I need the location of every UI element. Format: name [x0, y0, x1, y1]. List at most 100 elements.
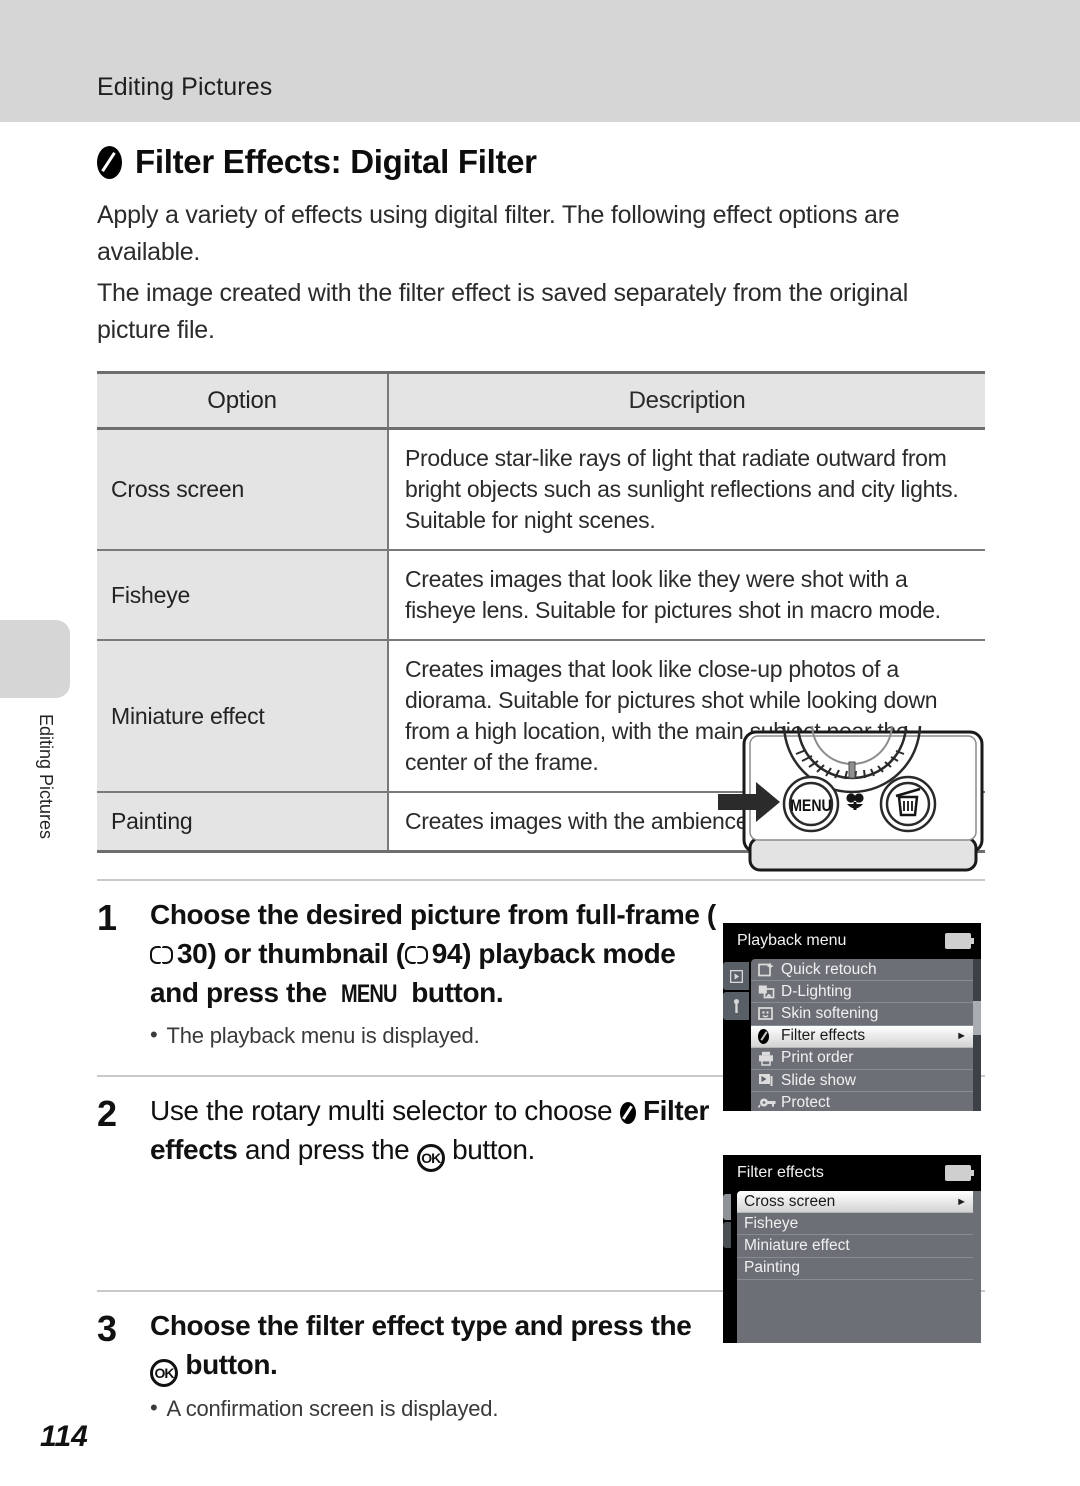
filter-option-cross-screen[interactable]: Cross screen ►: [737, 1191, 973, 1214]
skin-softening-icon: [758, 1006, 775, 1021]
step-text-part: Use the rotary multi selector to choose: [150, 1095, 620, 1126]
camera-back-illustration: MENU: [718, 654, 985, 884]
filter-effects-list: Cross screen ► Fisheye Miniature effect …: [737, 1191, 973, 1343]
step-instruction: Choose the filter effect type and press …: [150, 1306, 720, 1387]
step-text-part: Choose the desired picture from full-fra…: [150, 899, 716, 930]
chapter-side-label: Editing Pictures: [36, 714, 56, 840]
table-cell-option: Miniature effect: [97, 641, 387, 791]
menu-item-filter-effects[interactable]: Filter effects ►: [751, 1025, 973, 1048]
filter-effects-scrollbar[interactable]: [973, 1191, 981, 1343]
step-text-part: button.: [444, 1134, 535, 1165]
step-note: • The playback menu is displayed.: [150, 1023, 720, 1049]
battery-full-icon: [945, 1165, 974, 1181]
print-order-icon: [758, 1051, 775, 1066]
filter-effects-icon: [758, 1028, 775, 1044]
menu-button: MENU: [782, 775, 840, 833]
menu-item-skin-softening[interactable]: Skin softening: [751, 1003, 973, 1026]
menu-item-protect[interactable]: Protect: [751, 1092, 973, 1111]
menu-item-print-order[interactable]: Print order: [751, 1048, 973, 1070]
step-text-part: button.: [403, 977, 504, 1008]
step-instruction: Use the rotary multi selector to choose …: [150, 1091, 720, 1172]
trash-delete-icon: [879, 775, 937, 833]
scrollbar-thumb[interactable]: [973, 1001, 981, 1035]
table-header-description: Description: [387, 374, 985, 427]
running-header-title: Editing Pictures: [97, 73, 273, 101]
protect-key-icon: [757, 1095, 776, 1110]
table-header-option: Option: [97, 374, 387, 427]
menu-button-glyph: MENU: [341, 980, 397, 1008]
step-text-part: ) or thumbnail (: [207, 938, 405, 969]
chapter-side-tab: [0, 620, 70, 698]
quick-retouch-icon: [758, 962, 775, 977]
menu-item-label: Filter effects: [781, 1027, 866, 1045]
menu-item-label: D-Lighting: [781, 982, 852, 1000]
filter-option-label: Cross screen: [744, 1192, 836, 1210]
step-text-part: and press the: [237, 1134, 417, 1165]
intro-paragraph-2: The image created with the filter effect…: [97, 279, 909, 344]
filter-effects-tab-strip: [723, 1191, 737, 1343]
table-row: Fisheye Creates images that look like th…: [97, 551, 985, 641]
table-cell-description: Creates images that look like they were …: [387, 551, 985, 639]
step-note-text: A confirmation screen is displayed.: [166, 1396, 499, 1421]
battery-full-icon: [945, 933, 974, 949]
table-header-row: Option Description: [97, 371, 985, 430]
table-row: Cross screen Produce star-like rays of l…: [97, 430, 985, 551]
step-number: 2: [97, 1093, 118, 1134]
page-reference-book-icon: [150, 946, 176, 965]
table-cell-option: Fisheye: [97, 551, 387, 639]
menu-item-label: Quick retouch: [781, 960, 877, 978]
page-reference: 30: [177, 938, 208, 969]
menu-item-label: Slide show: [781, 1071, 856, 1089]
menu-item-label: Skin softening: [781, 1004, 879, 1022]
page-reference-book-icon: [404, 946, 431, 965]
filter-option-painting[interactable]: Painting: [737, 1258, 973, 1280]
running-header-band: [0, 0, 1080, 122]
menu-item-label: Print order: [781, 1049, 854, 1067]
menu-item-slide-show[interactable]: Slide show: [751, 1070, 973, 1093]
playback-menu-tab-strip: [723, 959, 751, 1111]
table-cell-option: Cross screen: [97, 430, 387, 549]
step-note-text: The playback menu is displayed.: [166, 1023, 480, 1048]
menu-item-label: Protect: [781, 1093, 831, 1111]
ok-button-glyph: OK: [416, 1144, 445, 1172]
filter-effects-tab-stub: [723, 1194, 731, 1220]
step-text-part: button.: [178, 1349, 278, 1380]
intro-paragraph-1: Apply a variety of effects using digital…: [97, 201, 900, 266]
filter-option-label: Fisheye: [744, 1214, 799, 1232]
filter-option-miniature-effect[interactable]: Miniature effect: [737, 1235, 973, 1258]
playback-menu-scrollbar[interactable]: [973, 959, 981, 1111]
playback-tab[interactable]: [723, 962, 749, 990]
playback-menu-screen: Playback menu Quick retouch D-Lighting S…: [723, 923, 981, 1111]
filter-effects-screen: Filter effects Cross screen ► Fisheye Mi…: [723, 1155, 981, 1343]
filter-effects-title: Filter effects: [737, 1164, 824, 1181]
bullet-marker: •: [150, 1022, 158, 1047]
filter-effects-titlebar: Filter effects: [723, 1155, 981, 1191]
slide-show-icon: [758, 1073, 775, 1088]
table-cell-option: Painting: [97, 793, 387, 850]
submenu-arrow-icon: ►: [956, 1030, 967, 1043]
step-note: • A confirmation screen is displayed.: [150, 1396, 720, 1422]
ok-button-glyph: OK: [150, 1359, 178, 1387]
menu-item-quick-retouch[interactable]: Quick retouch: [751, 959, 973, 982]
playback-menu-titlebar: Playback menu: [723, 923, 981, 959]
page-title: Filter Effects: Digital Filter: [135, 143, 537, 180]
step-number: 1: [97, 897, 118, 938]
table-cell-description: Produce star-like rays of light that rad…: [387, 430, 985, 549]
playback-menu-title: Playback menu: [737, 932, 847, 949]
tab-strip-filler: [723, 1022, 749, 1114]
filter-option-label: Painting: [744, 1259, 801, 1277]
menu-item-d-lighting[interactable]: D-Lighting: [751, 981, 973, 1004]
step-instruction: Choose the desired picture from full-fra…: [150, 895, 720, 1014]
page-number: 114: [40, 1420, 88, 1453]
submenu-arrow-icon: ►: [956, 1195, 967, 1208]
setup-tab[interactable]: [723, 992, 749, 1020]
d-lighting-icon: [758, 984, 775, 999]
filter-option-fisheye[interactable]: Fisheye: [737, 1213, 973, 1236]
step-number: 3: [97, 1308, 118, 1349]
filter-lens-icon: [97, 145, 122, 179]
playback-menu-list: Quick retouch D-Lighting Skin softening …: [751, 959, 973, 1111]
page-reference: 94: [431, 938, 463, 969]
section-heading: Filter Effects: Digital Filter: [97, 143, 985, 181]
svg-text:MENU: MENU: [790, 797, 832, 815]
filter-lens-icon: [758, 1028, 769, 1044]
